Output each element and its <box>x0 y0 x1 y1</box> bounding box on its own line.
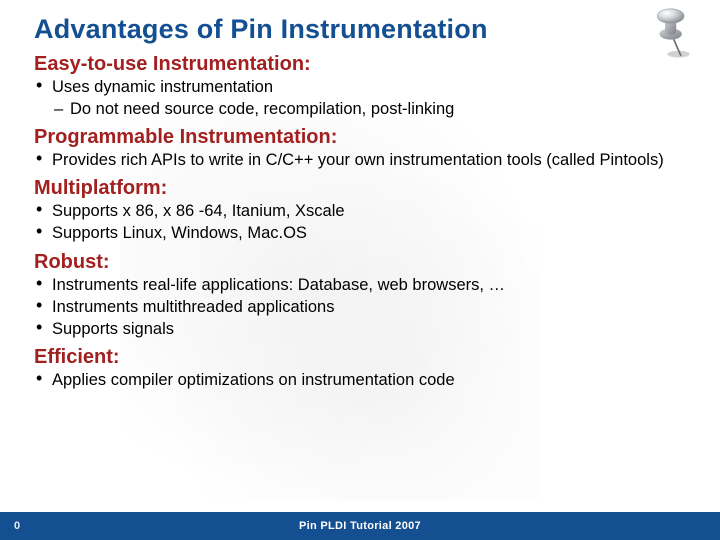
section-heading: Multiplatform: <box>34 177 698 200</box>
bullet-item: Supports x 86, x 86 -64, Itanium, Xscale <box>34 201 698 222</box>
bullet-text: Instruments real-life applications: Data… <box>52 276 505 294</box>
pushpin-icon <box>646 6 702 62</box>
bullet-list: Provides rich APIs to write in C/C++ you… <box>34 150 698 171</box>
bullet-item: Provides rich APIs to write in C/C++ you… <box>34 150 698 171</box>
bullet-text: Uses dynamic instrumentation <box>52 78 273 96</box>
bullet-text: Instruments multithreaded applications <box>52 298 334 316</box>
bullet-list: Instruments real-life applications: Data… <box>34 275 698 340</box>
bullet-text: Supports signals <box>52 320 174 338</box>
bullet-item: Uses dynamic instrumentation Do not need… <box>34 77 698 120</box>
section-heading: Programmable Instrumentation: <box>34 126 698 149</box>
bullet-item: Applies compiler optimizations on instru… <box>34 370 698 391</box>
bullet-text: Provides rich APIs to write in C/C++ you… <box>52 151 664 169</box>
bullet-text: Applies compiler optimizations on instru… <box>52 371 455 389</box>
sub-bullet-list: Do not need source code, recompilation, … <box>52 99 698 120</box>
bullet-item: Supports Linux, Windows, Mac.OS <box>34 223 698 244</box>
slide-title: Advantages of Pin Instrumentation <box>34 14 698 45</box>
section-heading: Efficient: <box>34 346 698 369</box>
bullet-list: Uses dynamic instrumentation Do not need… <box>34 77 698 120</box>
footer-text: Pin PLDI Tutorial 2007 <box>34 520 686 532</box>
section-heading: Robust: <box>34 251 698 274</box>
bullet-item: Instruments real-life applications: Data… <box>34 275 698 296</box>
bullet-list: Supports x 86, x 86 -64, Itanium, Xscale… <box>34 201 698 244</box>
bullet-text: Supports x 86, x 86 -64, Itanium, Xscale <box>52 202 345 220</box>
sub-bullet-item: Do not need source code, recompilation, … <box>52 99 698 120</box>
page-number: 0 <box>0 520 34 532</box>
bullet-text: Supports Linux, Windows, Mac.OS <box>52 224 307 242</box>
bullet-item: Supports signals <box>34 319 698 340</box>
bullet-list: Applies compiler optimizations on instru… <box>34 370 698 391</box>
bullet-item: Instruments multithreaded applications <box>34 297 698 318</box>
slide: Advantages of Pin Instrumentation Easy-t… <box>0 0 720 540</box>
section-heading: Easy-to-use Instrumentation: <box>34 53 698 76</box>
slide-footer: 0 Pin PLDI Tutorial 2007 <box>0 512 720 540</box>
